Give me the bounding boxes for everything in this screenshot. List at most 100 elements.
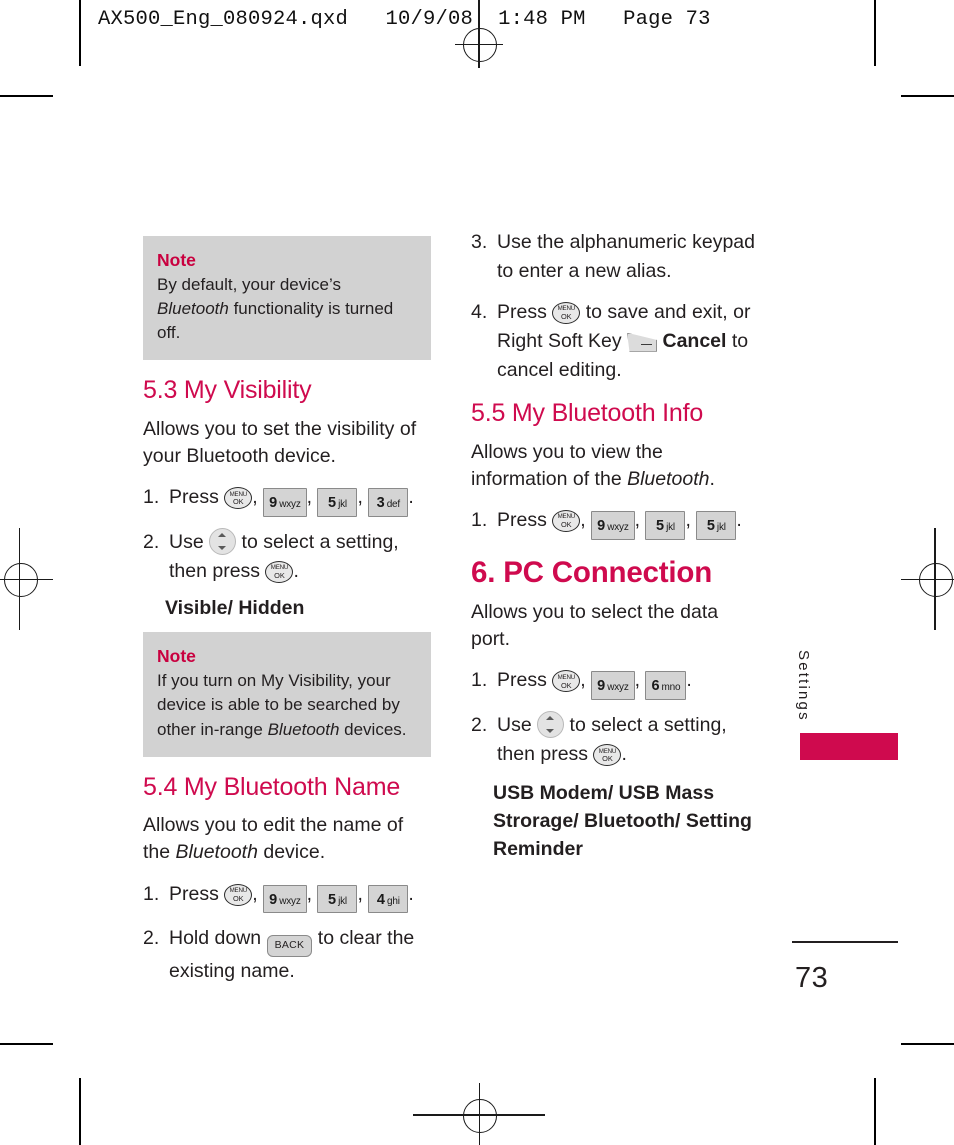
prepress-header: AX500_Eng_080924.qxd 10/9/08 1:48 PM Pag…: [98, 8, 711, 31]
keypad-key-5-icon: 5 jkl: [645, 511, 686, 540]
comma: ,: [580, 509, 586, 532]
step-item: 1. Press MENU OK, 9 wxyz, 6 mno.: [471, 666, 759, 700]
section-heading-6: 6. PC Connection: [471, 555, 713, 589]
step-item: 2. Use to select a setting, then press M…: [471, 710, 759, 770]
step-number: 4.: [471, 300, 488, 323]
comma: ,: [580, 669, 586, 692]
step-item: 3. Use the alphanumeric keypad to enter …: [471, 228, 759, 287]
section-6-intro: Allows you to select the data port.: [471, 601, 719, 650]
section-5-3-intro: Allows you to set the visibility of your…: [143, 418, 417, 467]
right-soft-key-icon: [627, 332, 658, 352]
crop-mark-bottom-right-vertical: [874, 1078, 876, 1145]
keypad-key-4-icon: 4 ghi: [368, 884, 409, 913]
menu-ok-key-icon: MENU OK: [552, 301, 581, 324]
crop-mark-right-bottom-horizontal: [901, 1043, 954, 1045]
registration-mark-bottom: [413, 1083, 545, 1145]
period: .: [736, 509, 742, 532]
step-label: Press: [497, 669, 547, 692]
intro-text-b: device.: [257, 840, 326, 863]
step-label-a: Press: [497, 300, 547, 323]
step-item: 1. Press MENU OK, 9 wxyz, 5 jkl, 3 def.: [143, 483, 431, 517]
step-label-a: Use: [497, 713, 532, 736]
section-6-options: USB Modem/ USB Mass Strorage/ Bluetooth/…: [493, 782, 752, 860]
note-box-default-bluetooth: Note By default, your device’s Bluetooth…: [143, 236, 431, 361]
section-5-3-steps: 1. Press MENU OK, 9 wxyz, 5 jkl, 3 def. 2. U…: [143, 483, 431, 586]
crop-mark-top-right-vertical: [874, 0, 876, 66]
note-title: Note: [157, 250, 196, 270]
period: .: [686, 669, 692, 692]
footer-rule: [792, 941, 898, 943]
intro-italic-bluetooth: Bluetooth: [175, 840, 258, 863]
keypad-key-9-icon: 9 wxyz: [591, 511, 635, 540]
thumb-tab-bar: [800, 733, 898, 760]
step-number: 1.: [471, 669, 488, 692]
step-item: 2. Use to select a setting, then press M…: [143, 527, 431, 587]
step-label-a: Use: [169, 530, 204, 553]
comma: ,: [685, 509, 691, 532]
step-label: Press: [497, 509, 547, 532]
step-number: 1.: [143, 882, 160, 905]
step-number: 1.: [471, 509, 488, 532]
section-5-5-steps: 1. Press MENU OK, 9 wxyz, 5 jkl, 5 jkl.: [471, 506, 759, 540]
keypad-key-5-icon: 5 jkl: [317, 488, 358, 517]
keypad-key-5-icon: 5 jkl: [317, 884, 358, 913]
crop-mark-top-left-vertical: [79, 0, 81, 66]
step-item: 1. Press MENU OK, 9 wxyz, 5 jkl, 5 jkl.: [471, 506, 759, 540]
right-column: 3. Use the alphanumeric keypad to enter …: [471, 228, 759, 864]
step-item: 4. Press MENU OK to save and exit, or Rig…: [471, 298, 759, 386]
thumb-tab-label: Settings: [795, 650, 812, 722]
keypad-key-9-icon: 9 wxyz: [263, 884, 307, 913]
step-item: 1. Press MENU OK, 9 wxyz, 5 jkl, 4 ghi.: [143, 880, 431, 913]
comma: ,: [252, 486, 258, 509]
comma: ,: [634, 509, 641, 532]
note-title: Note: [157, 646, 196, 667]
section-5-4-steps: 1. Press MENU OK, 9 wxyz, 5 jkl, 4 ghi. 2. H…: [143, 880, 431, 986]
menu-ok-key-icon: MENU OK: [224, 883, 253, 906]
nav-wheel-icon: [209, 527, 237, 555]
period: .: [408, 486, 414, 509]
section-5-4-intro: Allows you to edit the name of the Bluet…: [143, 812, 431, 865]
menu-ok-key-icon: MENU OK: [552, 670, 581, 693]
keypad-key-9-icon: 9 wxyz: [263, 488, 307, 517]
keypad-key-5-icon: 5 jkl: [696, 511, 737, 540]
keypad-key-6-icon: 6 mno: [645, 671, 687, 700]
note-box-my-visibility: Note If you turn on My Visibility, your …: [143, 632, 431, 757]
step-text: Use the alphanumeric keypad to enter a n…: [497, 231, 755, 283]
crop-mark-bottom-left-vertical: [79, 1078, 81, 1145]
manual-page: AX500_Eng_080924.qxd 10/9/08 1:48 PM Pag…: [0, 0, 954, 1145]
registration-mark-left: [0, 528, 60, 630]
comma: ,: [357, 486, 363, 509]
step-number: 2.: [143, 927, 160, 949]
note-body: By default, your device’s Bluetooth func…: [157, 273, 417, 345]
note-italic-bluetooth: Bluetooth: [267, 719, 340, 739]
section-5-3-options: Visible/ Hidden: [165, 597, 305, 620]
registration-mark-right: [894, 528, 954, 630]
step-label-a: Hold down: [169, 927, 262, 949]
section-5-5-intro: Allows you to view the information of th…: [471, 439, 759, 492]
step-label: Press: [169, 486, 219, 509]
menu-ok-key-icon: MENU OK: [552, 510, 581, 533]
left-column: Note By default, your device’s Bluetooth…: [143, 236, 431, 997]
section-heading-5-5: 5.5 My Bluetooth Info: [471, 399, 704, 428]
keypad-key-9-icon: 9 wxyz: [591, 671, 635, 700]
section-heading-5-3: 5.3 My Visibility: [143, 376, 312, 405]
note-text-before: By default, your device’s: [157, 275, 341, 295]
menu-ok-key-icon: MENU OK: [224, 487, 253, 510]
intro-text-b: .: [709, 467, 715, 490]
cancel-label: Cancel: [662, 329, 727, 352]
crop-mark-right-top-horizontal: [901, 95, 954, 97]
comma: ,: [306, 882, 313, 905]
period: .: [293, 560, 299, 582]
page-number: 73: [795, 962, 829, 994]
step-item: 2. Hold down BACK to clear the existing …: [143, 924, 431, 986]
section-6-steps: 1. Press MENU OK, 9 wxyz, 6 mno. 2. Use to …: [471, 666, 759, 769]
comma: ,: [252, 882, 258, 905]
continued-steps: 3. Use the alphanumeric keypad to enter …: [471, 228, 759, 385]
comma: ,: [357, 882, 363, 905]
crop-mark-left-bottom-horizontal: [0, 1043, 53, 1045]
section-heading-5-4: 5.4 My Bluetooth Name: [143, 772, 401, 801]
step-label: Press: [169, 882, 219, 905]
nav-wheel-icon: [537, 710, 565, 738]
comma: ,: [634, 669, 641, 692]
back-key-icon: BACK: [266, 935, 313, 957]
